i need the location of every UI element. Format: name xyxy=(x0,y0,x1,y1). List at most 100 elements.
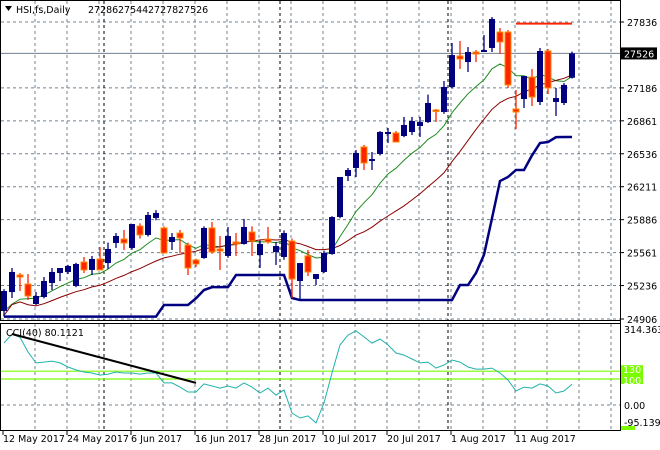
candle-body xyxy=(105,248,111,264)
date-label: 24 May 2017 xyxy=(67,434,129,445)
candle-body xyxy=(537,50,543,102)
candle-body xyxy=(561,84,567,103)
candle-body xyxy=(432,109,440,112)
candle-body xyxy=(192,259,200,265)
candle-body xyxy=(16,274,24,278)
candle-body xyxy=(169,236,175,242)
date-label: 11 Aug 2017 xyxy=(515,434,576,445)
candle-body xyxy=(521,76,527,100)
candle-body xyxy=(176,232,184,239)
candle-body xyxy=(441,86,447,113)
candle-body xyxy=(385,131,391,135)
candle-body xyxy=(337,176,343,218)
cci-tick-label: 0.00 xyxy=(624,401,645,412)
price-tick-label: 25236 xyxy=(627,282,657,293)
candle-body xyxy=(9,271,15,293)
date-label: 12 May 2017 xyxy=(3,434,65,445)
bull-candle xyxy=(329,216,335,255)
bull-candle xyxy=(537,47,543,106)
bear-candle xyxy=(504,30,512,88)
date-label: 16 Jun 2017 xyxy=(195,434,252,445)
price-tick-label: 26536 xyxy=(627,150,657,161)
candle-body xyxy=(409,121,415,132)
bull-candle xyxy=(561,83,567,106)
candle-body xyxy=(569,53,575,78)
candle-body xyxy=(232,241,240,245)
high-value: 27544 xyxy=(118,5,148,16)
candle-body xyxy=(496,31,504,43)
price-tick-label: 27836 xyxy=(627,18,657,29)
open-value: 27286 xyxy=(88,5,118,16)
candle-body xyxy=(329,217,335,255)
bull-candle xyxy=(73,262,79,288)
price-tick-label: 26211 xyxy=(627,183,657,194)
candle-body xyxy=(33,295,39,304)
low-value: 27278 xyxy=(148,5,178,16)
candle-body xyxy=(456,55,464,60)
candle-body xyxy=(160,227,168,254)
chart-header: HSI,fs,Daily 27286 27544 27278 27526 xyxy=(5,5,208,16)
candle-body xyxy=(184,244,192,269)
bull-candle xyxy=(201,226,207,259)
date-label: 20 Jul 2017 xyxy=(387,434,441,445)
bear-candle xyxy=(160,226,168,254)
candle-body xyxy=(41,280,47,298)
bull-candle xyxy=(377,131,383,156)
candle-body xyxy=(321,253,327,272)
bull-candle xyxy=(281,230,287,260)
cci-tick-label: 314.3633 xyxy=(624,325,660,336)
candle-body xyxy=(80,261,88,271)
candle-body xyxy=(281,233,287,257)
candle-body xyxy=(145,214,151,235)
candle-body xyxy=(392,132,400,143)
bull-candle xyxy=(145,211,151,237)
candle-body xyxy=(369,159,375,161)
candle-body xyxy=(553,98,559,102)
candle-body xyxy=(241,226,247,244)
bull-candle xyxy=(569,51,575,79)
candle-body xyxy=(129,224,135,248)
candle-body xyxy=(65,265,71,272)
candle-body xyxy=(208,227,216,253)
bull-candle xyxy=(129,224,135,250)
candle-body xyxy=(544,50,552,89)
trading-chart[interactable]: 130100 278362718626861265362621125886255… xyxy=(0,0,660,450)
candle-body xyxy=(273,246,279,252)
candle-body xyxy=(264,238,272,243)
candle-body xyxy=(136,225,144,236)
price-tick-label: 26861 xyxy=(627,117,657,128)
candle-body xyxy=(449,55,455,87)
candle-body xyxy=(465,52,471,63)
candle-body xyxy=(73,263,79,286)
candle-body xyxy=(216,248,224,252)
time-axis: 12 May 2017 24 May 2017 6 Jun 2017 16 Jun 2… xyxy=(2,431,576,445)
candle-body xyxy=(89,258,95,270)
bull-candle xyxy=(489,17,495,53)
cci-title: CCI(40) 80.1121 xyxy=(6,328,84,339)
candle-body xyxy=(353,152,359,168)
date-label: 1 Aug 2017 xyxy=(451,434,506,445)
cci-level-label: 100 xyxy=(623,376,641,387)
candle-body xyxy=(225,235,231,256)
price-tick-label: 25886 xyxy=(627,216,657,227)
bear-candle xyxy=(544,48,552,94)
candle-body xyxy=(113,235,119,243)
cci-min-marker xyxy=(621,426,635,430)
candle-body xyxy=(153,212,159,218)
candle-body xyxy=(1,291,7,311)
candle-body xyxy=(313,273,319,279)
candle-body xyxy=(345,169,351,176)
price-tick-label: 27186 xyxy=(627,84,657,95)
candle-body xyxy=(49,271,55,284)
candle-body xyxy=(401,124,407,137)
close-value: 27526 xyxy=(178,5,208,16)
candle-body xyxy=(304,255,312,273)
date-label: 10 Jul 2017 xyxy=(323,434,377,445)
symbol-label: HSI,fs,Daily xyxy=(16,5,71,16)
candle-body xyxy=(489,18,495,48)
candle-body xyxy=(377,131,383,154)
candle-body xyxy=(248,231,256,242)
bull-candle xyxy=(337,176,343,219)
candle-body xyxy=(512,108,520,113)
candle-body xyxy=(120,238,128,244)
